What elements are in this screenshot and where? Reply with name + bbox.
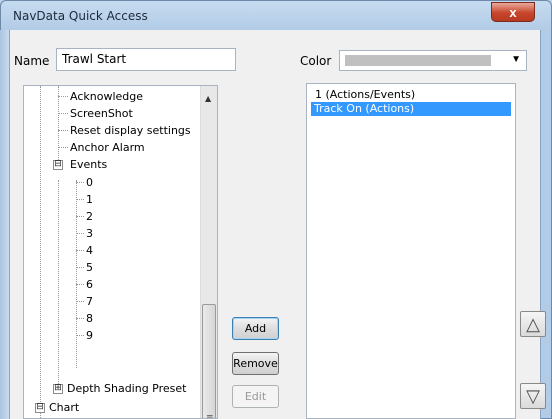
tree-connector <box>76 335 84 336</box>
color-label: Color <box>300 54 332 68</box>
tree-guide-line <box>58 180 59 386</box>
tree-guide-line <box>76 180 77 368</box>
expand-icon[interactable]: ⊞ <box>53 384 63 394</box>
tree-connector <box>76 216 84 217</box>
close-button[interactable]: x <box>491 2 535 22</box>
remove-button[interactable]: Remove <box>232 352 279 375</box>
add-button[interactable]: Add <box>232 317 279 340</box>
tree-item-label: ScreenShot <box>70 107 133 120</box>
chevron-down-icon: ▼ <box>511 54 521 65</box>
tree-item-label: 0 <box>86 176 93 189</box>
scrollbar-thumb[interactable]: ≡ <box>202 304 216 419</box>
name-label: Name <box>14 54 50 68</box>
left-window-edge <box>0 30 9 419</box>
edit-button[interactable]: Edit <box>232 385 279 408</box>
collapse-icon[interactable]: ⊟ <box>53 160 63 170</box>
tree-connector <box>58 96 68 97</box>
tree-item-label: Anchor Alarm <box>70 141 145 154</box>
move-down-button[interactable]: ▽ <box>520 383 546 409</box>
scroll-up-icon[interactable]: ▲ <box>205 94 211 103</box>
collapse-icon[interactable]: ⊟ <box>35 403 45 413</box>
tree-item-label: Reset display settings <box>70 124 191 137</box>
tree-scrollbar[interactable]: ▲ ≡ <box>200 86 217 419</box>
selected-actions-list[interactable]: 1 (Actions/Events) Track On (Actions) <box>306 83 516 419</box>
grip-icon: ≡ <box>206 413 214 419</box>
tree-connector <box>76 284 84 285</box>
tree-item-label: Events <box>70 158 108 171</box>
triangle-up-icon: △ <box>526 314 540 334</box>
dialog-client-area: Name Trawl Start Color ▼ Acknowledge Scr… <box>9 30 546 419</box>
tree-item-label: 4 <box>86 244 93 257</box>
name-input[interactable]: Trawl Start <box>56 48 236 71</box>
tree-item-label: 6 <box>86 278 93 291</box>
tree-connector <box>76 250 84 251</box>
tree-item-label: 7 <box>86 295 93 308</box>
tree-connector <box>76 318 84 319</box>
list-item-selected[interactable]: Track On (Actions) <box>311 102 511 116</box>
move-up-button[interactable]: △ <box>520 311 546 337</box>
close-icon: x <box>509 5 517 20</box>
tree-item-label: 9 <box>86 329 93 342</box>
tree-item-label: 8 <box>86 312 93 325</box>
tree-item-label: 2 <box>86 210 93 223</box>
tree-item-label: 3 <box>86 227 93 240</box>
tree-connector <box>76 267 84 268</box>
tree-guide-line <box>58 86 59 168</box>
tree-connector <box>76 301 84 302</box>
color-swatch <box>345 55 491 66</box>
tree-connector <box>76 182 84 183</box>
tree-item-label: 5 <box>86 261 93 274</box>
tree-connector <box>58 113 68 114</box>
tree-item-label: Acknowledge <box>70 90 144 103</box>
tree-item-label: 1 <box>86 193 93 206</box>
tree-connector <box>58 147 68 148</box>
window-title: NavData Quick Access <box>13 9 148 23</box>
title-bar[interactable]: NavData Quick Access x <box>1 1 551 31</box>
triangle-down-icon: ▽ <box>526 386 540 406</box>
tree-connector <box>76 233 84 234</box>
tree-item-label: Chart <box>49 401 80 414</box>
tree-guide-line <box>40 86 41 418</box>
tree-connector <box>76 199 84 200</box>
list-item[interactable]: 1 (Actions/Events) <box>312 88 418 102</box>
tree-item-label: Depth Shading Preset <box>67 382 187 395</box>
tree-connector <box>58 130 68 131</box>
action-tree[interactable]: Acknowledge ScreenShot Reset display set… <box>23 85 218 419</box>
color-select[interactable]: ▼ <box>339 50 527 71</box>
